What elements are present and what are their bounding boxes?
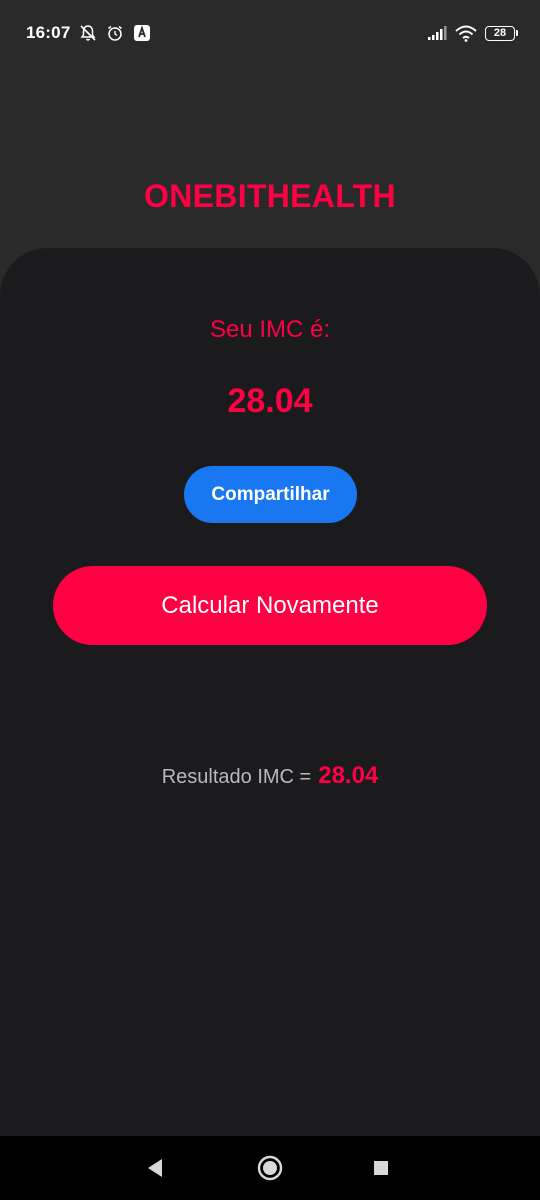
battery-icon: 28 [485,25,518,41]
result-summary-label: Resultado IMC = [161,766,312,788]
battery-tip [516,30,518,36]
status-bar: 16:07 28 [0,0,540,66]
result-card: Seu IMC é: 28.04 Compartilhar Calcular N… [0,248,540,1136]
result-summary-value: 28.04 [318,762,379,789]
notifications-off-icon [79,24,97,42]
screen: 16:07 28 ONEBITHEALTH Seu IMC é: 28.04 C… [0,0,540,1200]
battery-level: 28 [485,25,515,41]
wifi-icon [455,25,477,42]
status-left: 16:07 [26,23,151,43]
imc-value: 28.04 [227,382,313,420]
imc-label: Seu IMC é: [209,316,331,343]
signal-icon [427,25,447,41]
status-right: 28 [427,25,518,42]
back-icon[interactable] [146,1158,164,1178]
status-time: 16:07 [26,23,71,42]
navigation-bar [0,1136,540,1200]
share-button[interactable]: Compartilhar [184,466,357,523]
app-title: ONEBITHEALTH [144,178,396,214]
alarm-clock-icon [106,24,124,42]
result-summary: Resultado IMC = 28.04 [0,762,540,790]
home-icon[interactable] [257,1155,283,1181]
app-notification-icon [133,24,151,42]
calculate-again-button[interactable]: Calcular Novamente [53,566,487,645]
recents-icon[interactable] [373,1160,389,1176]
